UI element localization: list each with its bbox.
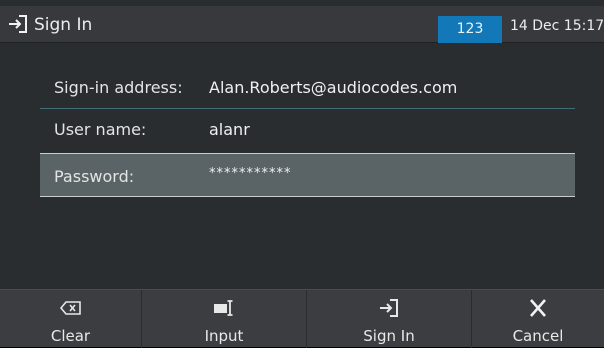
sign-in-address-field[interactable]: Sign-in address: Alan.Roberts@audiocodes… — [40, 68, 575, 109]
sign-in-screen: Sign In 123 14 Dec 15:17 Sign-in address… — [0, 0, 604, 348]
sign-in-address-label: Sign-in address: — [54, 78, 183, 97]
password-field[interactable]: Password: *********** — [40, 153, 575, 197]
password-label: Password: — [54, 167, 135, 186]
sign-in-icon — [380, 299, 398, 317]
title-bar: Sign In 123 14 Dec 15:17 — [0, 6, 604, 43]
password-value: *********** — [209, 166, 292, 181]
input-button[interactable]: Input — [142, 290, 307, 348]
sign-in-address-value: Alan.Roberts@audiocodes.com — [209, 78, 458, 97]
user-name-value: alanr — [209, 120, 250, 139]
clear-button[interactable]: Clear — [0, 290, 142, 348]
keyboard-input-icon — [214, 300, 233, 316]
softkey-bar: Clear Input Sign In Cancel — [0, 289, 604, 348]
cancel-label: Cancel — [512, 327, 564, 345]
cancel-button[interactable]: Cancel — [472, 290, 604, 348]
date-time: 14 Dec 15:17 — [510, 18, 604, 34]
user-name-field[interactable]: User name: alanr — [40, 110, 575, 150]
sign-in-label: Sign In — [363, 327, 415, 345]
input-mode-indicator: 123 — [438, 16, 502, 43]
page-title: Sign In — [34, 15, 93, 35]
sign-in-button[interactable]: Sign In — [307, 290, 472, 348]
sign-in-icon — [9, 15, 27, 33]
backspace-icon — [59, 301, 81, 315]
clear-label: Clear — [50, 327, 91, 345]
input-label: Input — [204, 327, 244, 345]
user-name-label: User name: — [54, 120, 147, 139]
close-icon — [530, 299, 546, 317]
